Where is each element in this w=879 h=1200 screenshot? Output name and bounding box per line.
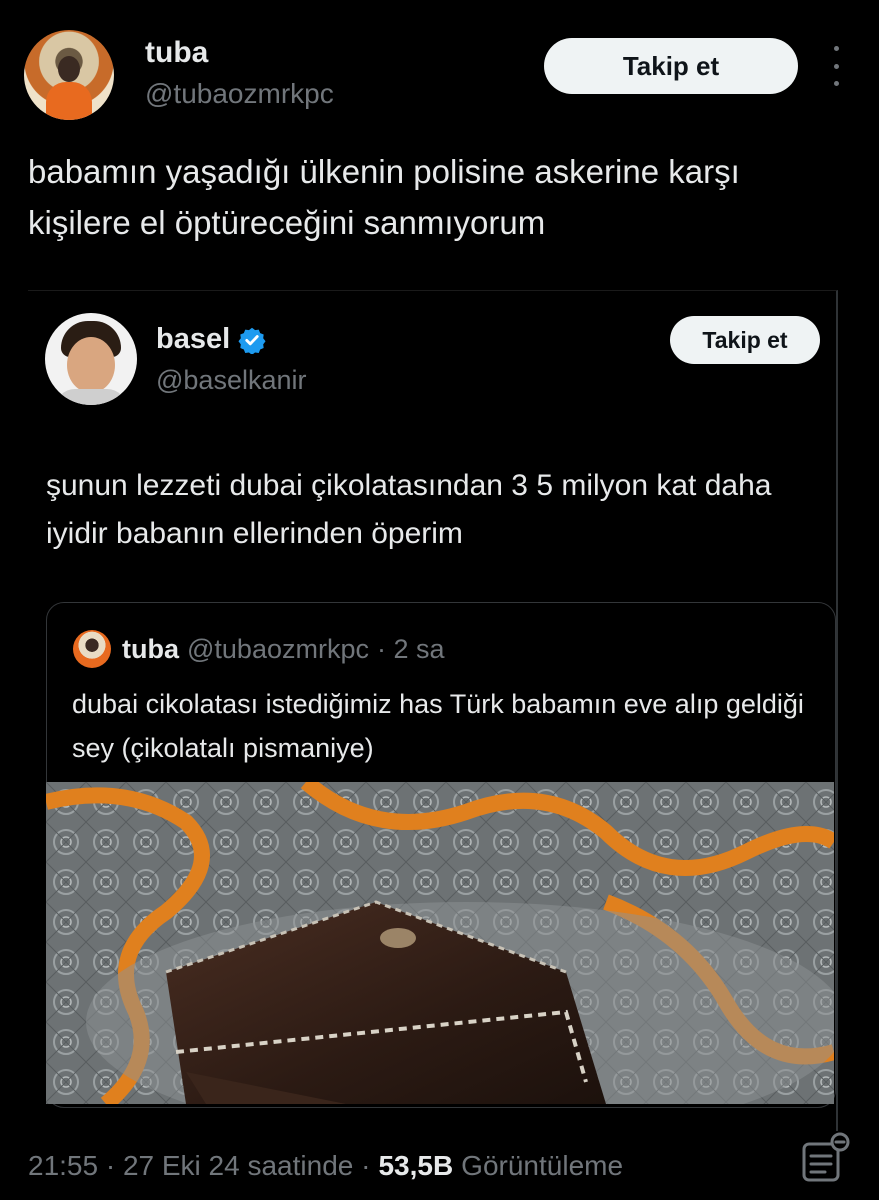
quoted-photo[interactable] <box>46 782 834 1104</box>
views-count: 53,5B <box>378 1150 454 1181</box>
inner-quote-time: · 2 sa <box>376 634 445 664</box>
follow-button[interactable]: Takip et <box>544 38 798 94</box>
more-icon[interactable] <box>826 46 846 86</box>
tweet-text: babamın yaşadığı ülkenin polisine askeri… <box>28 153 740 241</box>
views-label: Görüntüleme <box>461 1150 624 1181</box>
quoted-author-name-row[interactable]: basel <box>156 323 266 356</box>
author-avatar[interactable] <box>24 30 114 120</box>
inner-quote-text: dubai cikolatası istediğimiz has Türk ba… <box>72 689 804 763</box>
inner-author-name: tuba <box>122 634 179 664</box>
tweet-footer: 21:55 · 27 Eki 24 saatinde · 53,5B Görün… <box>28 1150 623 1182</box>
tweet-timestamp[interactable]: 21:55 · 27 Eki 24 saatinde · <box>28 1150 370 1182</box>
quoted-author-avatar[interactable] <box>45 313 137 405</box>
inner-author-avatar <box>73 630 111 668</box>
inner-quote-meta: tuba @tubaozmrkpc · 2 sa <box>122 634 445 665</box>
quoted-tweet-text: şunun lezzeti dubai çikolatasından 3 5 m… <box>46 469 772 550</box>
inner-author-handle: @tubaozmrkpc <box>187 634 369 664</box>
author-handle[interactable]: @tubaozmrkpc <box>145 78 334 110</box>
author-display-name[interactable]: tuba <box>145 36 208 70</box>
analytics-icon[interactable] <box>800 1130 852 1186</box>
quoted-follow-button[interactable]: Takip et <box>670 316 820 364</box>
quoted-author-handle[interactable]: @baselkanir <box>156 365 306 396</box>
quoted-author-name[interactable]: basel <box>156 323 230 356</box>
verified-badge-icon <box>238 327 266 354</box>
